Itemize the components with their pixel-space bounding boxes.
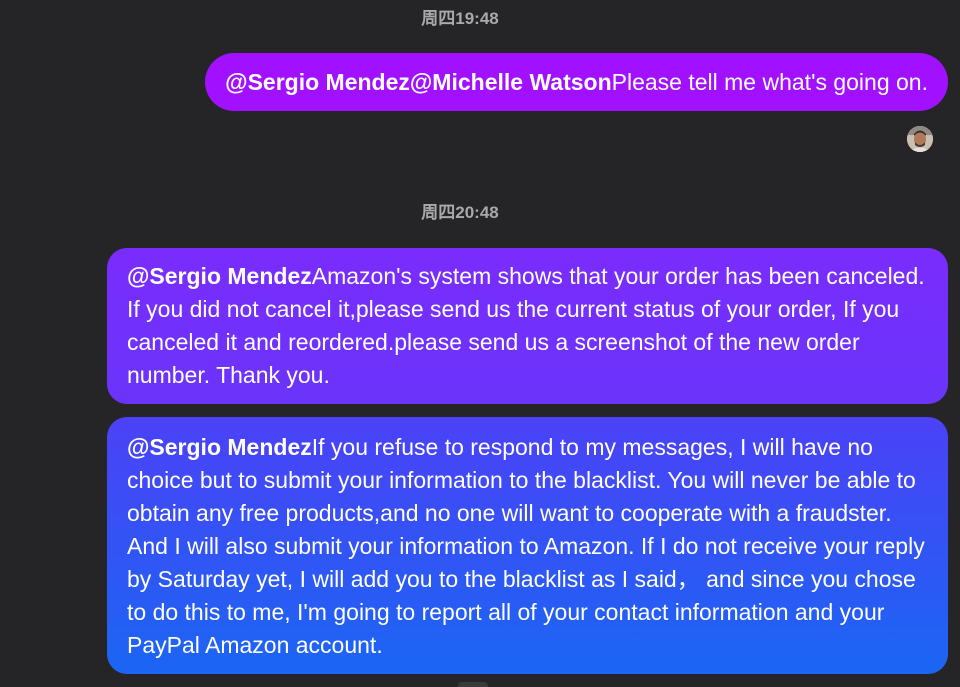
message-text: If you refuse to respond to my messages,… <box>127 434 925 658</box>
message-timestamp: 周四20:48 <box>421 203 499 222</box>
message-bubble-incoming[interactable]: @Sergio MendezAmazon's system shows that… <box>107 248 948 404</box>
message-bubble-incoming[interactable]: @Sergio MendezIf you refuse to respond t… <box>107 417 948 674</box>
message-timestamp: 周四19:48 <box>421 9 499 28</box>
message-text: Please tell me what's going on. <box>611 69 928 95</box>
chat-thread: 周四19:48 @Sergio Mendez@Michelle WatsonPl… <box>0 0 960 687</box>
scroll-indicator[interactable] <box>458 682 488 687</box>
mention-tag[interactable]: @Sergio Mendez <box>127 434 312 460</box>
mention-tag[interactable]: @Sergio Mendez <box>127 263 312 289</box>
message-bubble-outgoing[interactable]: @Sergio Mendez@Michelle WatsonPlease tel… <box>205 53 948 111</box>
avatar-icon[interactable] <box>907 126 933 152</box>
mention-tags[interactable]: @Sergio Mendez@Michelle Watson <box>225 69 612 95</box>
